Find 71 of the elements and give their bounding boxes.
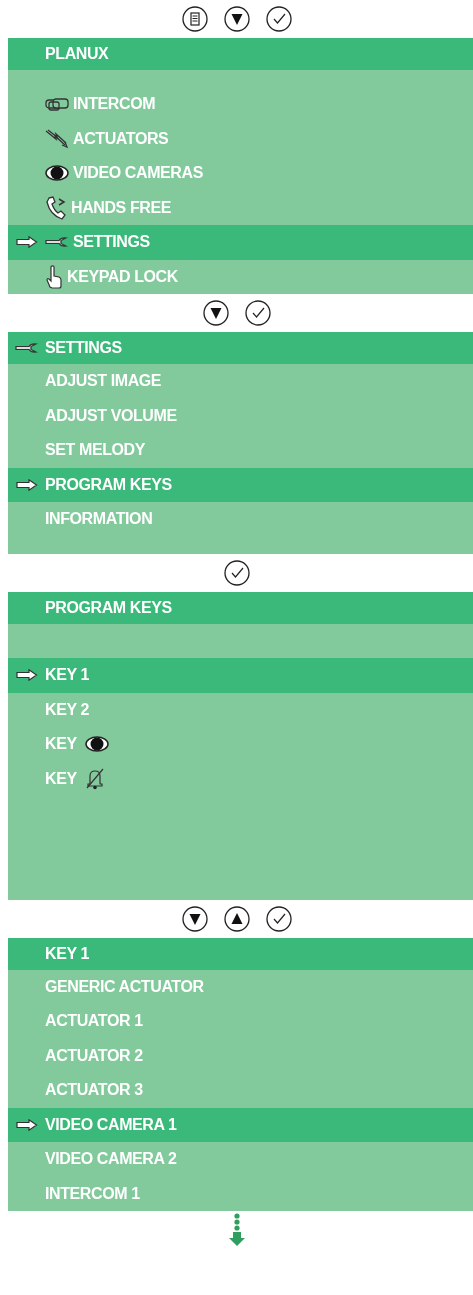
menu-item[interactable]: ACTUATOR 3 [8, 1073, 473, 1108]
wrench-icon [14, 343, 39, 353]
menu-item[interactable]: SETTINGS [8, 225, 473, 260]
menu-item-label: GENERIC ACTUATOR [45, 976, 204, 997]
menu-item-label: ACTUATOR 3 [45, 1080, 143, 1101]
pointer-arrow-icon [15, 669, 38, 682]
menu-item[interactable]: ACTUATORS [8, 121, 473, 156]
menu-item[interactable]: INTERCOM 1 [8, 1176, 473, 1211]
telephone-icon [45, 195, 67, 220]
pointer-arrow-icon [15, 1118, 38, 1131]
menu-item-label: KEY 2 [45, 699, 89, 720]
menu-item-label: KEY 1 [45, 665, 89, 686]
menu-item[interactable]: VIDEO CAMERAS [8, 156, 473, 191]
pointer-arrow-icon [15, 236, 38, 249]
menu-item-label: KEYPAD LOCK [67, 266, 178, 287]
menu-item[interactable]: VIDEO CAMERA 2 [8, 1142, 473, 1177]
eye-icon [84, 736, 109, 753]
menu-item-label: PROGRAM KEYS [45, 474, 172, 495]
menu-item-label: ADJUST IMAGE [45, 371, 162, 392]
menu-button[interactable] [181, 6, 208, 32]
pointing-hand-icon [45, 264, 63, 289]
menu-item[interactable]: KEY [8, 761, 473, 796]
menu-item[interactable]: KEY 2 [8, 692, 473, 727]
menu-item-label: KEY [45, 768, 77, 789]
menu-item[interactable]: KEYPAD LOCK [8, 259, 473, 294]
confirm-button[interactable] [223, 559, 250, 586]
menu-item[interactable]: GENERIC ACTUATOR [8, 969, 473, 1004]
menu-item-label: INFORMATION [45, 509, 153, 530]
wrench-icon [45, 237, 69, 248]
down-button[interactable] [181, 905, 208, 932]
up-button[interactable] [223, 905, 250, 932]
pointer-arrow-icon [15, 478, 38, 491]
menu-item[interactable]: PROGRAM KEYS [8, 467, 473, 502]
lightning-bolt-icon [45, 128, 69, 149]
confirm-button[interactable] [244, 300, 271, 326]
menu-item-label: ACTUATOR 2 [45, 1045, 143, 1066]
menu-item-label: VIDEO CAMERA 1 [45, 1114, 177, 1135]
menu-item-label: ADJUST VOLUME [45, 405, 177, 426]
menu-item-label: ACTUATORS [73, 128, 169, 149]
menu-item-label: HANDS FREE [71, 197, 171, 218]
menu-item[interactable]: ACTUATOR 2 [8, 1038, 473, 1073]
eye-icon [45, 165, 69, 182]
menu-item[interactable]: HANDS FREE [8, 190, 473, 225]
menu-item[interactable]: KEY 1 [8, 658, 473, 693]
menu-item[interactable]: ADJUST VOLUME [8, 398, 473, 433]
menu-item-label: SETTINGS [73, 232, 150, 253]
down-button[interactable] [202, 300, 229, 326]
menu-title: SETTINGS [45, 338, 122, 358]
muted-bell-icon [84, 767, 105, 790]
confirm-button[interactable] [265, 905, 292, 932]
menu-item-label: SET MELODY [45, 440, 145, 461]
menu-item[interactable]: VIDEO CAMERA 1 [8, 1107, 473, 1142]
menu-title: PROGRAM KEYS [45, 597, 172, 618]
menu-item[interactable]: ACTUATOR 1 [8, 1004, 473, 1039]
confirm-button[interactable] [265, 6, 292, 32]
menu-item-label: VIDEO CAMERA 2 [45, 1149, 177, 1170]
menu-item-label: ACTUATOR 1 [45, 1011, 143, 1032]
menu-item[interactable]: INTERCOM [8, 87, 473, 122]
menu-title: PLANUX [45, 44, 109, 64]
down-button[interactable] [223, 6, 250, 32]
intercom-icon [45, 97, 69, 112]
menu-item-label: VIDEO CAMERAS [73, 163, 203, 184]
menu-item-label: INTERCOM [73, 94, 156, 115]
menu-item[interactable]: ADJUST IMAGE [8, 364, 473, 399]
menu-item[interactable]: KEY [8, 727, 473, 762]
menu-item-label: INTERCOM 1 [45, 1183, 140, 1204]
menu-title: KEY 1 [45, 943, 89, 964]
scroll-down-arrow-icon [227, 1211, 246, 1247]
menu-item-label: KEY [45, 734, 77, 755]
menu-item[interactable]: SET MELODY [8, 433, 473, 468]
menu-item[interactable]: INFORMATION [8, 502, 473, 537]
